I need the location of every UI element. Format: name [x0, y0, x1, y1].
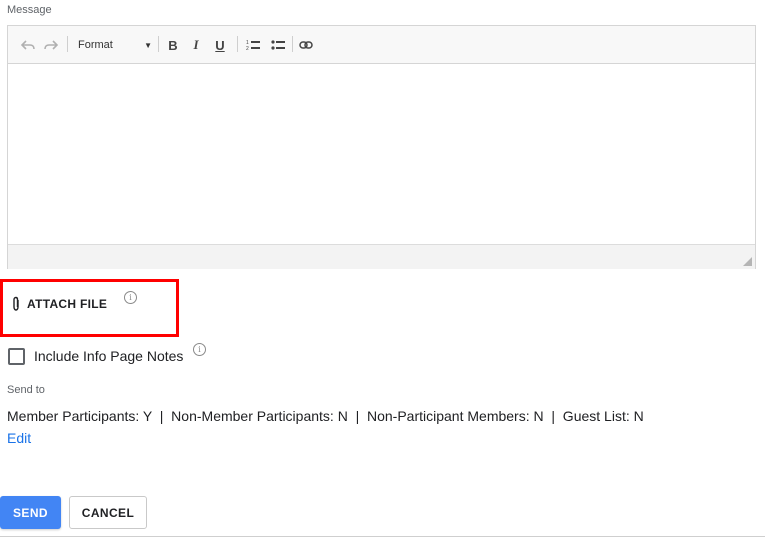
- footer-divider: [0, 536, 765, 537]
- link-icon[interactable]: [298, 35, 314, 55]
- attach-file-label: ATTACH FILE: [27, 297, 108, 311]
- include-notes-info-icon[interactable]: i: [193, 343, 206, 356]
- svg-text:2: 2: [246, 46, 249, 51]
- resize-handle-icon[interactable]: [743, 257, 752, 266]
- send-button[interactable]: SEND: [0, 496, 61, 529]
- message-label: Message: [7, 4, 52, 16]
- toolbar-separator: [237, 36, 238, 52]
- paperclip-icon: [13, 296, 19, 311]
- format-label: Format: [78, 39, 113, 51]
- numbered-list-icon[interactable]: 1 2: [245, 35, 261, 55]
- editor-toolbar: Format ▼ B I U 1 2: [8, 26, 755, 64]
- edit-send-to-link[interactable]: Edit: [7, 430, 31, 446]
- send-to-value: Member Participants: Y | Non-Member Part…: [7, 408, 644, 424]
- message-editor: Format ▼ B I U 1 2: [7, 25, 756, 269]
- attach-file-button[interactable]: ATTACH FILE: [11, 296, 107, 312]
- attach-info-icon[interactable]: i: [124, 291, 137, 304]
- include-notes-label[interactable]: Include Info Page Notes: [34, 348, 183, 364]
- italic-button[interactable]: I: [189, 35, 203, 55]
- toolbar-separator: [67, 36, 68, 52]
- undo-icon[interactable]: [20, 35, 36, 55]
- redo-icon[interactable]: [43, 35, 59, 55]
- cancel-button[interactable]: CANCEL: [69, 496, 147, 529]
- bold-button[interactable]: B: [166, 35, 180, 55]
- toolbar-separator: [158, 36, 159, 52]
- editor-statusbar: [8, 244, 755, 269]
- chevron-down-icon: ▼: [144, 40, 152, 50]
- message-body-input[interactable]: [8, 64, 755, 244]
- send-to-label: Send to: [7, 384, 45, 396]
- format-dropdown[interactable]: Format ▼: [78, 35, 152, 55]
- include-notes-checkbox[interactable]: [8, 348, 25, 365]
- toolbar-separator: [292, 36, 293, 52]
- bulleted-list-icon[interactable]: [270, 35, 286, 55]
- underline-button[interactable]: U: [213, 35, 227, 55]
